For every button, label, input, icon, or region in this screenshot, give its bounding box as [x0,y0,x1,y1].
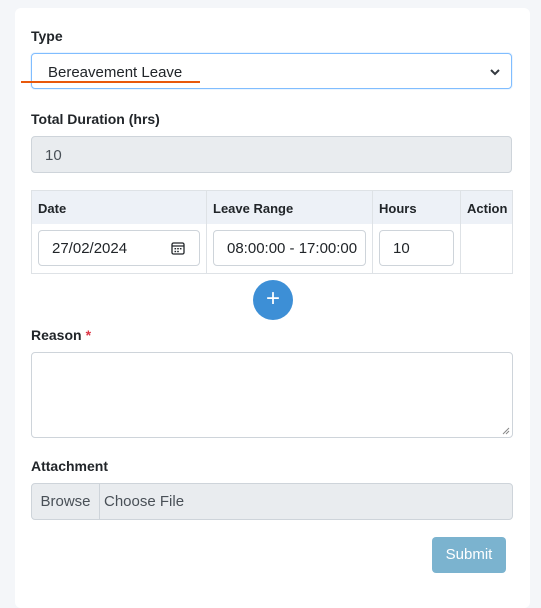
attachment-label: Attachment [31,458,109,474]
type-label: Type [31,28,63,44]
date-input[interactable]: 27/02/2024 [38,230,200,266]
header-hours: Hours [379,201,417,216]
header-leave-range: Leave Range [213,201,294,216]
choose-file-text: Choose File [104,493,185,510]
reason-textarea[interactable] [31,352,513,438]
leave-range-input[interactable]: 08:00:00 - 17:00:00 [213,230,366,266]
hours-value: 10 [393,240,410,257]
attachment-file-input[interactable]: Browse Choose File [31,483,513,520]
table-header-row: Date Leave Range Hours Action [32,191,512,224]
browse-button[interactable]: Browse [32,484,100,519]
total-duration-value: 10 [45,147,62,164]
type-select-value: Bereavement Leave [48,64,183,81]
column-divider [206,191,207,273]
total-duration-label: Total Duration (hrs) [31,111,160,127]
column-divider [372,191,373,273]
leave-form-card: Type Bereavement Leave Total Duration (h… [15,8,530,608]
reason-label-text: Reason [31,327,82,343]
header-action: Action [467,201,508,216]
date-value: 27/02/2024 [52,240,128,257]
plus-icon: + [265,285,280,312]
annotation-underline [21,81,200,83]
hours-input[interactable]: 10 [379,230,454,266]
leave-table: Date Leave Range Hours Action 27/02/2024… [31,190,513,274]
calendar-icon[interactable] [171,241,185,255]
header-date: Date [38,201,67,216]
resize-grip-icon[interactable] [502,427,510,435]
column-divider [460,191,461,273]
add-row-button[interactable]: + [253,280,293,320]
type-select[interactable]: Bereavement Leave [31,53,512,89]
reason-label: Reason * [31,327,91,343]
total-duration-field: 10 [31,136,512,173]
chevron-down-icon [490,69,500,76]
submit-button[interactable]: Submit [432,537,506,573]
leave-range-value: 08:00:00 - 17:00:00 [227,240,358,257]
required-marker: * [85,327,92,343]
